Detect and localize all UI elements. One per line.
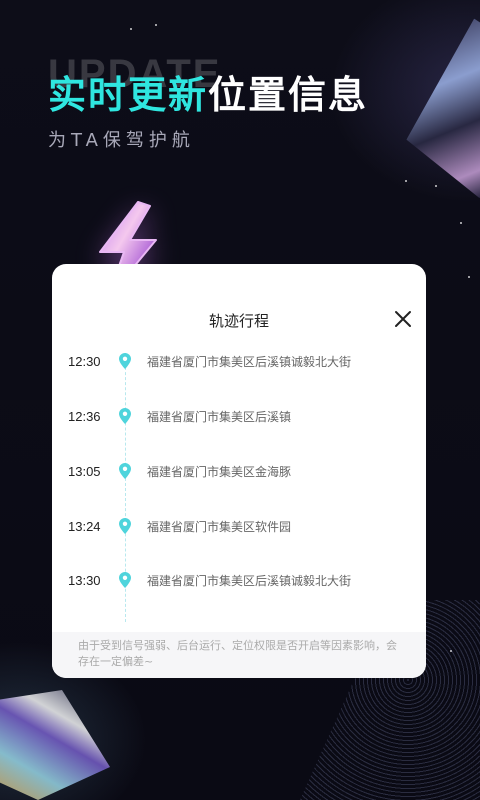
star-decoration	[435, 185, 437, 187]
star-decoration	[405, 180, 407, 182]
timeline-time: 12:30	[68, 353, 101, 369]
headline-accent: 实时更新	[48, 73, 209, 117]
timeline-item: 13:05 福建省厦门市集美区金海豚	[52, 460, 426, 482]
timeline-time: 13:30	[68, 572, 101, 588]
location-pin-icon	[119, 408, 131, 424]
location-pin-icon	[119, 353, 131, 369]
close-icon[interactable]	[394, 310, 412, 328]
hero-subtitle: 为TA保驾护航	[48, 130, 195, 151]
timeline-address: 福建省厦门市集美区软件园	[147, 519, 292, 534]
star-decoration	[155, 24, 157, 26]
star-decoration	[460, 222, 462, 224]
timeline-time: 13:05	[68, 463, 101, 479]
location-pin-icon	[119, 463, 131, 479]
timeline-item: 12:30 福建省厦门市集美区后溪镇诚毅北大街	[52, 350, 426, 372]
headline-rest: 位置信息	[208, 73, 369, 117]
timeline-time: 12:36	[68, 408, 101, 424]
timeline-item: 13:24 福建省厦门市集美区软件园	[52, 515, 426, 537]
timeline-address: 福建省厦门市集美区后溪镇诚毅北大街	[147, 573, 352, 588]
timeline-item: 13:30 福建省厦门市集美区后溪镇诚毅北大街	[52, 569, 426, 591]
card-title: 轨迹行程	[208, 312, 269, 330]
hero-headline: 实时更新位置信息	[48, 72, 368, 118]
trajectory-card: 轨迹行程 12:30 福建省厦门市集美区后溪镇诚毅北大街 12:36 福建省厦门…	[52, 264, 426, 678]
location-pin-icon	[119, 572, 131, 588]
accuracy-notice: 由于受到信号强弱、后台运行、定位权限是否开启等因素影响，会存在一定偏差~	[52, 632, 426, 678]
timeline-address: 福建省厦门市集美区金海豚	[147, 464, 292, 479]
timeline-address: 福建省厦门市集美区后溪镇诚毅北大街	[147, 354, 352, 369]
timeline-address: 福建省厦门市集美区后溪镇	[147, 409, 292, 424]
star-decoration	[130, 28, 132, 30]
timeline-item: 12:36 福建省厦门市集美区后溪镇	[52, 405, 426, 427]
timeline-time: 13:24	[68, 518, 101, 534]
star-decoration	[468, 276, 470, 278]
location-pin-icon	[119, 518, 131, 534]
